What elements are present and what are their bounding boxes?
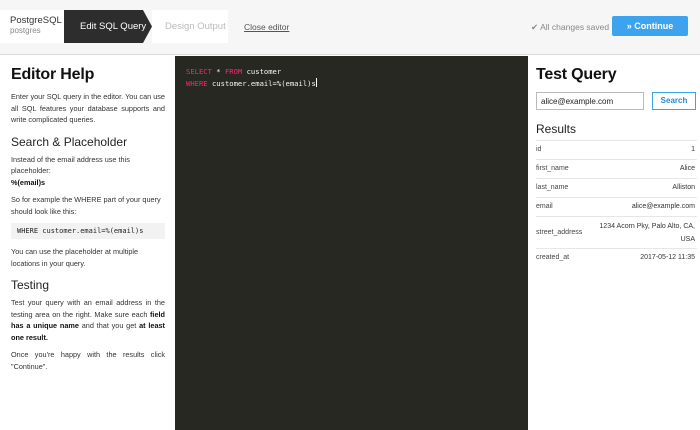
results-title: Results [536, 122, 577, 136]
sql-keyword: SELECT [186, 67, 212, 76]
result-value: 1 [584, 140, 697, 160]
testing-text-2: Once you're happy with the results click… [11, 350, 165, 371]
result-key: street_address [536, 216, 585, 249]
placeholder-text-1: Instead of the email address use this pl… [11, 154, 130, 176]
step-database-title: PostgreSQL [10, 15, 62, 26]
sql-text: * [211, 67, 225, 76]
placeholder-text-3: You can use the placeholder at multiple … [11, 247, 139, 268]
step-database[interactable]: PostgreSQL postgres [0, 10, 64, 43]
placeholder-text-2: So for example the WHERE part of your qu… [11, 195, 161, 216]
result-value: Alice [584, 159, 697, 179]
sql-keyword: WHERE [186, 79, 208, 88]
double-chevron-right-icon: » [626, 21, 632, 31]
editor-help-panel: Editor Help Enter your SQL query in the … [0, 56, 175, 430]
sql-text: customer [242, 67, 282, 76]
result-key: first_name [536, 159, 585, 179]
editor-line-1: SELECT * FROM customer [186, 66, 528, 78]
test-query-title: Test Query [536, 66, 617, 83]
result-key: email [536, 197, 585, 217]
editor-line-2: WHERE customer.email=%(email)s [186, 78, 528, 90]
results-table: id 1 first_name Alice last_name Alliston em… [536, 140, 697, 268]
table-row: id 1 [536, 140, 697, 160]
result-value: 1234 Acorn Pky, Palo Alto, CA, USA [584, 216, 697, 249]
result-key: id [536, 140, 585, 160]
checkmark-icon: ✔ [531, 22, 539, 32]
sql-text: customer.email=%(email)s [207, 79, 316, 88]
search-row: Search [536, 92, 700, 110]
email-search-input[interactable] [536, 92, 644, 110]
table-row: created_at 2017-05-12 11:35 [536, 248, 697, 268]
table-row: last_name Alliston [536, 178, 697, 198]
table-row: street_address 1234 Acorn Pky, Palo Alto,… [536, 216, 697, 249]
save-status: ✔ All changes saved [531, 22, 609, 33]
testing-text-1b: and that you get [78, 321, 140, 330]
sql-keyword: FROM [224, 67, 243, 76]
step-database-subtitle: postgres [10, 26, 41, 35]
search-button[interactable]: Search [652, 92, 696, 110]
result-key: created_at [536, 248, 585, 268]
placeholder-text: Instead of the email address use this pl… [11, 154, 165, 189]
continue-button[interactable]: » Continue [612, 16, 688, 36]
close-editor-link[interactable]: Close editor [244, 22, 289, 32]
placeholder-token: %(email)s [11, 177, 46, 187]
code-example: WHERE customer.email=%(email)s [11, 223, 165, 239]
save-status-text: All changes saved [540, 22, 610, 32]
help-title: Editor Help [11, 66, 95, 83]
continue-button-label: Continue [634, 21, 674, 31]
result-value: 2017-05-12 11:35 [584, 248, 697, 268]
table-row: first_name Alice [536, 159, 697, 179]
placeholder-heading: Search & Placeholder [11, 134, 128, 149]
text-caret [315, 78, 317, 87]
table-row: email alice@example.com [536, 197, 697, 217]
help-intro: Enter your SQL query in the editor. You … [11, 92, 165, 124]
testing-text: Test your query with an email address in… [11, 297, 165, 343]
result-value: alice@example.com [584, 197, 697, 217]
result-value: Alliston [584, 178, 697, 198]
top-bar: PostgreSQL postgres Edit SQL Query Desig… [0, 0, 700, 55]
testing-text-1a: Test your query with an email address in… [11, 298, 165, 319]
step-edit-sql-query[interactable]: Edit SQL Query [64, 10, 152, 43]
sql-editor[interactable]: SELECT * FROM customer WHERE customer.em… [175, 56, 528, 430]
test-query-panel: Test Query Search Results id1 first_name… [528, 56, 700, 430]
result-key: last_name [536, 178, 585, 198]
testing-heading: Testing [11, 278, 50, 292]
step-design-output[interactable]: Design Output [152, 10, 228, 43]
